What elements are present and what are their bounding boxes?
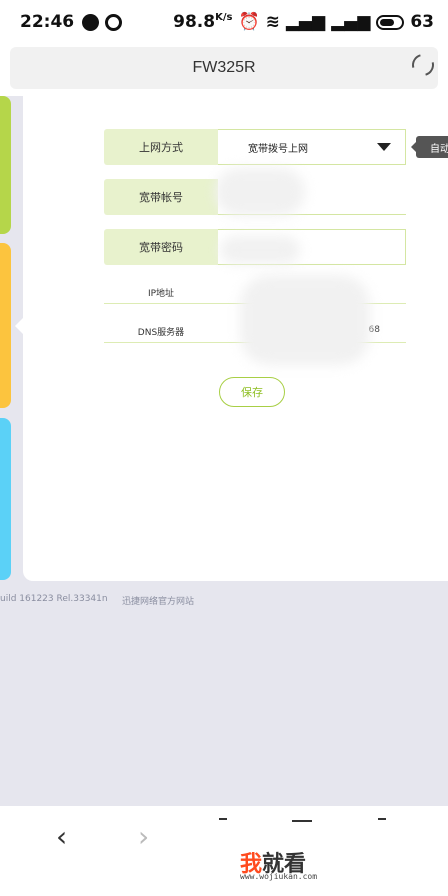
network-speed: 98.8K/s xyxy=(173,12,232,32)
status-time: 22:46 xyxy=(20,12,75,32)
home-icon[interactable] xyxy=(219,818,227,822)
password-label: 宽带密码 xyxy=(104,229,218,265)
sidebar-tab-green[interactable] xyxy=(0,96,11,234)
redaction-blur-password xyxy=(220,236,300,264)
connection-type-row: 上网方式 宽带拨号上网 xyxy=(104,129,406,165)
status-right: 98.8K/s ⏰ ≋ ▂▄▆ ▂▄▆ 63 xyxy=(173,12,434,32)
back-button[interactable]: ‹ xyxy=(56,820,67,853)
dropdown-arrow-icon xyxy=(377,143,391,151)
network-speed-value: 98.8 xyxy=(173,12,216,32)
account-label: 宽带帐号 xyxy=(104,179,218,215)
build-info: uild 161223 Rel.33341n xyxy=(0,594,108,604)
watermark-logo: 我就看 www.wojiukan.com xyxy=(240,846,360,886)
dns-label: DNS服务器 xyxy=(137,328,185,338)
save-button[interactable]: 保存 xyxy=(219,377,285,407)
dns-value: 68 xyxy=(368,325,380,335)
alarm-icon: ⏰ xyxy=(238,12,260,32)
address-bar[interactable]: FW325R xyxy=(10,47,438,89)
official-website-link[interactable]: 迅捷网络官方网站 xyxy=(122,594,194,607)
panel-pointer xyxy=(15,318,23,334)
sidebar-tab-blue[interactable] xyxy=(0,418,11,580)
network-speed-unit: K/s xyxy=(215,12,233,23)
redaction-blur-ip xyxy=(240,275,370,365)
tabs-icon[interactable] xyxy=(292,820,312,822)
signal-icon-2: ▂▄▆ xyxy=(331,12,371,32)
forward-button[interactable]: › xyxy=(138,820,149,853)
browser-toolbar: FW325R xyxy=(0,44,448,96)
sync-icon xyxy=(105,13,123,31)
notification-icon xyxy=(82,13,100,31)
connection-type-label: 上网方式 xyxy=(104,129,218,165)
ip-label: IP地址 xyxy=(147,289,175,299)
auto-tooltip: 自动 xyxy=(411,136,448,158)
battery-icon xyxy=(376,14,405,30)
redaction-blur-account xyxy=(215,168,305,216)
page-title: FW325R xyxy=(192,59,256,76)
signal-icon: ▂▄▆ xyxy=(285,12,326,32)
battery-level: 63 xyxy=(410,12,434,32)
wifi-icon: ≋ xyxy=(265,12,280,32)
connection-type-select[interactable]: 宽带拨号上网 xyxy=(218,129,406,165)
status-bar: 22:46 98.8K/s ⏰ ≋ ▂▄▆ ▂▄▆ 63 xyxy=(0,0,448,44)
watermark-url: www.wojiukan.com xyxy=(240,872,318,881)
menu-icon[interactable] xyxy=(378,818,386,822)
connection-type-value: 宽带拨号上网 xyxy=(248,143,308,155)
sidebar-tab-orange[interactable] xyxy=(0,243,11,408)
